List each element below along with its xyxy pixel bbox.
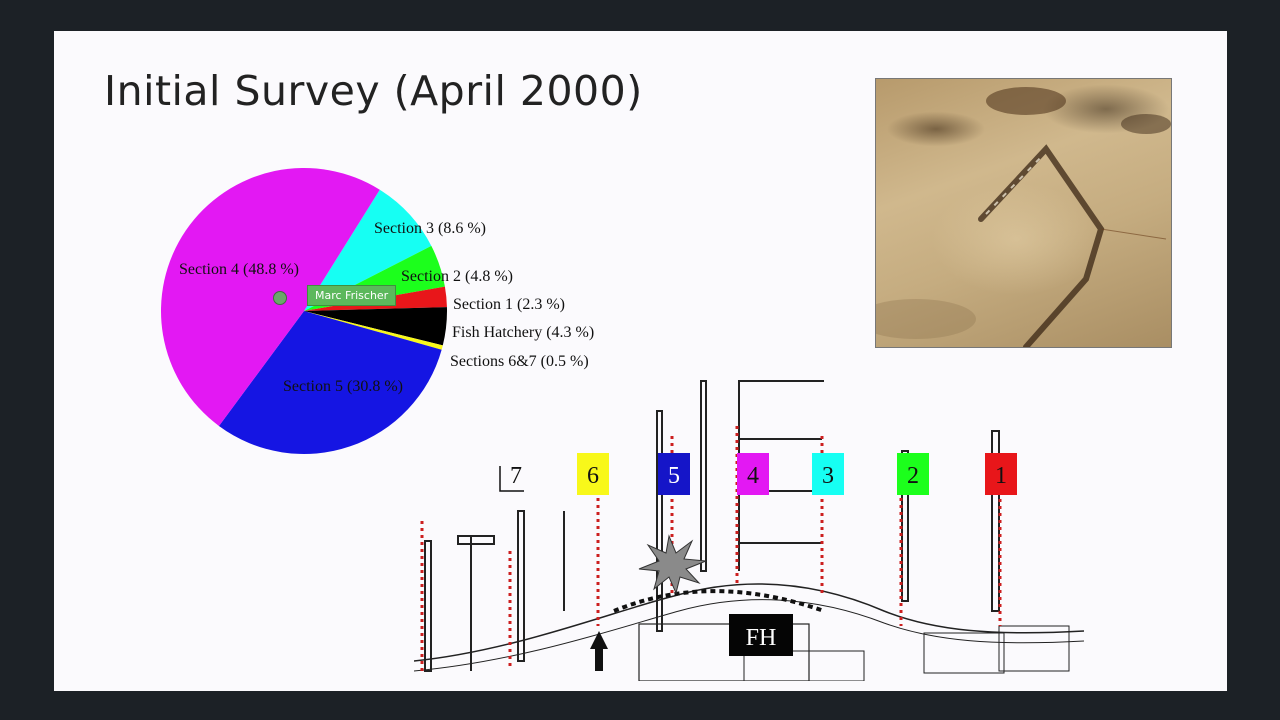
pie-slice-label: Section 3 (8.6 %) [374,220,486,237]
site-map: FH 7 6 5 4 3 2 1 [414,380,1084,681]
seabed-photo [875,78,1172,348]
pie-slice-label: Section 5 (30.8 %) [283,378,403,395]
slide: Initial Survey (April 2000) Section 3 (8… [54,31,1227,691]
seabed-photo-detail [876,87,1171,347]
section-number-boxes: 7 6 5 4 3 2 1 [510,453,1017,495]
section-number-label: 5 [668,463,680,489]
pie-slice-label: Section 4 (48.8 %) [179,261,299,278]
pie-slice-label: Section 1 (2.3 %) [453,296,565,313]
fish-hatchery-boundary [613,589,825,613]
north-arrow-icon [590,631,608,671]
fh-label: FH [746,625,777,651]
section-number-label: 6 [587,463,599,489]
section-number-label: 2 [907,463,919,489]
pie-slice-label: Sections 6&7 (0.5 %) [450,353,589,370]
starburst-marker [638,534,707,595]
pie-slice-label: Section 2 (4.8 %) [401,268,513,285]
section-number-label: 7 [510,463,522,489]
pointer-dot [273,291,287,305]
pie-slice-label: Fish Hatchery (4.3 %) [452,324,594,341]
presenter-name-badge: Marc Frischer [307,285,397,306]
section-number-label: 1 [995,463,1007,489]
section-number-label: 4 [747,463,759,489]
section-number-label: 3 [822,463,834,489]
